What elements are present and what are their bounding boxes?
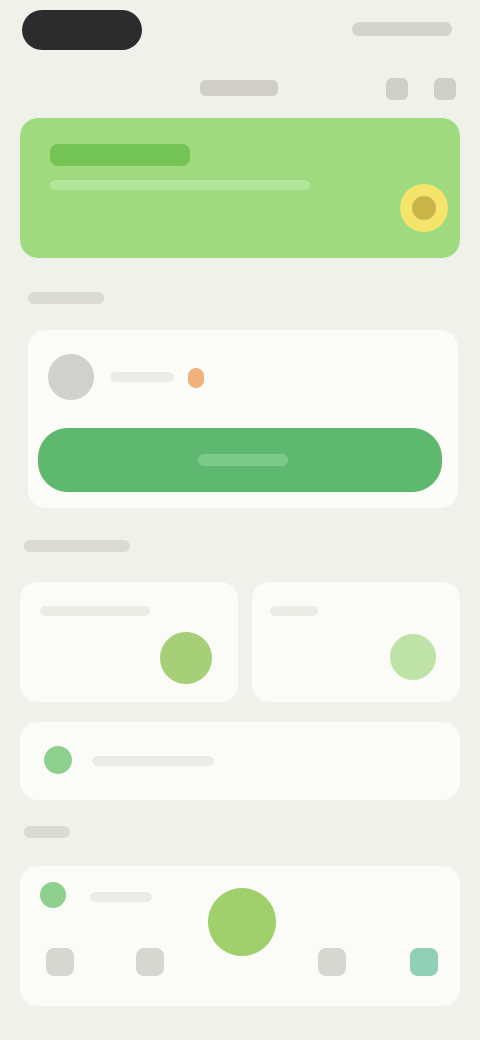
notification-icon[interactable]: [386, 78, 408, 100]
add-icon[interactable]: [208, 888, 276, 956]
profile-icon[interactable]: [410, 948, 438, 976]
menu-icon[interactable]: [434, 78, 456, 100]
grid-icon[interactable]: [136, 948, 164, 976]
bottom-label: [90, 892, 152, 902]
banner-card[interactable]: [20, 118, 460, 258]
row-icon: [44, 746, 72, 774]
home-icon[interactable]: [46, 948, 74, 976]
section-label-1: [28, 292, 104, 304]
status-dot: [188, 368, 204, 388]
setting-row[interactable]: [20, 722, 460, 800]
stat-icon-left: [160, 632, 212, 684]
section-label-3: [24, 826, 70, 838]
chart-icon[interactable]: [318, 948, 346, 976]
status-bar-icons: [352, 22, 452, 36]
banner-title: [50, 144, 190, 166]
page-title: [200, 80, 278, 96]
primary-button-label: [198, 454, 288, 466]
stat-card-right-label: [270, 606, 318, 616]
row-label: [92, 756, 214, 766]
sun-icon: [400, 184, 448, 232]
banner-subtitle: [50, 180, 310, 190]
stat-card-left-label: [40, 606, 150, 616]
avatar: [48, 354, 94, 400]
section-label-2: [24, 540, 130, 552]
status-bar-pill: [22, 10, 142, 50]
bottom-icon: [40, 882, 66, 908]
primary-action-button[interactable]: [38, 428, 442, 492]
account-name: [110, 372, 174, 382]
stat-icon-right: [390, 634, 436, 680]
